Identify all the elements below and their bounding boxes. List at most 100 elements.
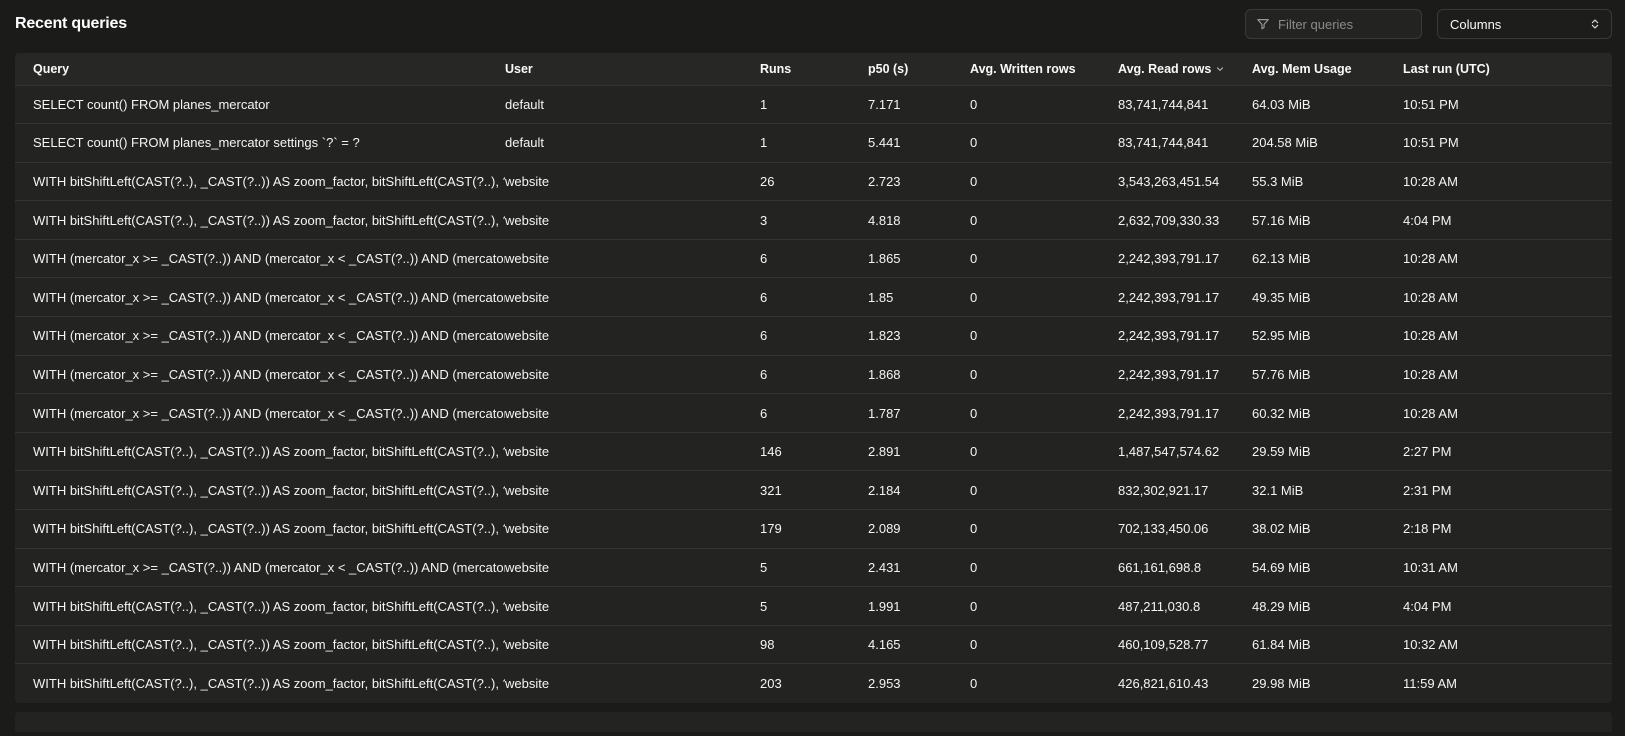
last-run-cell: 10:32 AM	[1403, 625, 1612, 664]
avg-written-rows-cell: 0	[970, 625, 1118, 664]
avg-read-rows-cell: 487,211,030.8	[1118, 587, 1252, 626]
query-cell: WITH (mercator_x >= _CAST(?..)) AND (mer…	[15, 355, 505, 394]
avg-written-rows-cell: 0	[970, 239, 1118, 278]
user-cell: website	[505, 625, 760, 664]
table-row[interactable]: WITH bitShiftLeft(CAST(?..), _CAST(?..))…	[15, 162, 1612, 201]
user-cell: website	[505, 471, 760, 510]
table-row[interactable]: WITH bitShiftLeft(CAST(?..), _CAST(?..))…	[15, 664, 1612, 703]
avg-mem-usage-cell: 57.76 MiB	[1252, 355, 1403, 394]
columns-select[interactable]: Columns	[1437, 9, 1612, 39]
table-row[interactable]: WITH (mercator_x >= _CAST(?..)) AND (mer…	[15, 355, 1612, 394]
sort-chevron-down-icon	[1215, 64, 1225, 74]
user-cell: website	[505, 548, 760, 587]
topbar: Recent queries Columns	[0, 0, 1625, 40]
table-row[interactable]: WITH (mercator_x >= _CAST(?..)) AND (mer…	[15, 239, 1612, 278]
avg-written-rows-cell: 0	[970, 664, 1118, 703]
header-avg-mem-usage[interactable]: Avg. Mem Usage	[1252, 53, 1403, 85]
user-cell: website	[505, 355, 760, 394]
avg-read-rows-cell: 2,242,393,791.17	[1118, 239, 1252, 278]
runs-cell: 6	[760, 317, 868, 356]
query-cell: WITH bitShiftLeft(CAST(?..), _CAST(?..))…	[15, 201, 505, 240]
avg-read-rows-cell: 426,821,610.43	[1118, 664, 1252, 703]
avg-read-rows-cell: 460,109,528.77	[1118, 625, 1252, 664]
query-cell: WITH bitShiftLeft(CAST(?..), _CAST(?..))…	[15, 587, 505, 626]
runs-cell: 5	[760, 548, 868, 587]
p50-cell: 1.787	[868, 394, 970, 433]
user-cell: website	[505, 201, 760, 240]
p50-cell: 5.441	[868, 124, 970, 163]
table-row[interactable]: WITH bitShiftLeft(CAST(?..), _CAST(?..))…	[15, 587, 1612, 626]
avg-written-rows-cell: 0	[970, 201, 1118, 240]
table-row[interactable]: WITH (mercator_x >= _CAST(?..)) AND (mer…	[15, 394, 1612, 433]
avg-written-rows-cell: 0	[970, 394, 1118, 433]
header-p50[interactable]: p50 (s)	[868, 53, 970, 85]
runs-cell: 6	[760, 278, 868, 317]
p50-cell: 2.953	[868, 664, 970, 703]
user-cell: default	[505, 124, 760, 163]
filter-queries-box[interactable]	[1245, 9, 1422, 39]
avg-mem-usage-cell: 29.59 MiB	[1252, 432, 1403, 471]
table-row[interactable]: WITH (mercator_x >= _CAST(?..)) AND (mer…	[15, 317, 1612, 356]
topbar-actions: Columns	[1245, 9, 1612, 39]
funnel-icon	[1256, 17, 1270, 31]
header-query[interactable]: Query	[15, 53, 505, 85]
user-cell: website	[505, 239, 760, 278]
runs-cell: 6	[760, 239, 868, 278]
query-cell: WITH bitShiftLeft(CAST(?..), _CAST(?..))…	[15, 625, 505, 664]
avg-mem-usage-cell: 29.98 MiB	[1252, 664, 1403, 703]
table-row[interactable]: WITH bitShiftLeft(CAST(?..), _CAST(?..))…	[15, 510, 1612, 549]
avg-written-rows-cell: 0	[970, 432, 1118, 471]
last-run-cell: 10:51 PM	[1403, 124, 1612, 163]
filter-queries-input[interactable]	[1278, 17, 1411, 32]
avg-written-rows-cell: 0	[970, 85, 1118, 124]
last-run-cell: 10:31 AM	[1403, 548, 1612, 587]
header-user[interactable]: User	[505, 53, 760, 85]
user-cell: default	[505, 85, 760, 124]
query-cell: WITH (mercator_x >= _CAST(?..)) AND (mer…	[15, 317, 505, 356]
query-cell: WITH (mercator_x >= _CAST(?..)) AND (mer…	[15, 548, 505, 587]
table-row[interactable]: WITH bitShiftLeft(CAST(?..), _CAST(?..))…	[15, 625, 1612, 664]
header-last-run[interactable]: Last run (UTC)	[1403, 53, 1612, 85]
table-row[interactable]: SELECT count() FROM planes_mercator defa…	[15, 85, 1612, 124]
p50-cell: 2.891	[868, 432, 970, 471]
avg-mem-usage-cell: 62.13 MiB	[1252, 239, 1403, 278]
avg-read-rows-cell: 3,543,263,451.54	[1118, 162, 1252, 201]
header-avg-read-rows[interactable]: Avg. Read rows	[1118, 53, 1252, 85]
table-row[interactable]: WITH bitShiftLeft(CAST(?..), _CAST(?..))…	[15, 471, 1612, 510]
avg-mem-usage-cell: 54.69 MiB	[1252, 548, 1403, 587]
avg-written-rows-cell: 0	[970, 587, 1118, 626]
query-cell: WITH (mercator_x >= _CAST(?..)) AND (mer…	[15, 394, 505, 433]
avg-read-rows-cell: 702,133,450.06	[1118, 510, 1252, 549]
avg-written-rows-cell: 0	[970, 317, 1118, 356]
user-cell: website	[505, 664, 760, 703]
table-row[interactable]: WITH bitShiftLeft(CAST(?..), _CAST(?..))…	[15, 201, 1612, 240]
table-row[interactable]: WITH (mercator_x >= _CAST(?..)) AND (mer…	[15, 548, 1612, 587]
runs-cell: 98	[760, 625, 868, 664]
p50-cell: 2.431	[868, 548, 970, 587]
table-row[interactable]: SELECT count() FROM planes_mercator sett…	[15, 124, 1612, 163]
avg-written-rows-cell: 0	[970, 510, 1118, 549]
table-row[interactable]: WITH bitShiftLeft(CAST(?..), _CAST(?..))…	[15, 432, 1612, 471]
avg-mem-usage-cell: 49.35 MiB	[1252, 278, 1403, 317]
avg-mem-usage-cell: 64.03 MiB	[1252, 85, 1403, 124]
avg-read-rows-cell: 1,487,547,574.62	[1118, 432, 1252, 471]
query-cell: WITH bitShiftLeft(CAST(?..), _CAST(?..))…	[15, 471, 505, 510]
avg-written-rows-cell: 0	[970, 124, 1118, 163]
avg-read-rows-cell: 2,242,393,791.17	[1118, 278, 1252, 317]
avg-written-rows-cell: 0	[970, 471, 1118, 510]
header-runs[interactable]: Runs	[760, 53, 868, 85]
table-row[interactable]: WITH (mercator_x >= _CAST(?..)) AND (mer…	[15, 278, 1612, 317]
avg-read-rows-cell: 83,741,744,841	[1118, 124, 1252, 163]
header-avg-written-rows[interactable]: Avg. Written rows	[970, 53, 1118, 85]
p50-cell: 1.823	[868, 317, 970, 356]
chevrons-up-down-icon	[1589, 18, 1601, 30]
avg-read-rows-cell: 2,242,393,791.17	[1118, 355, 1252, 394]
user-cell: website	[505, 510, 760, 549]
avg-mem-usage-cell: 38.02 MiB	[1252, 510, 1403, 549]
user-cell: website	[505, 432, 760, 471]
runs-cell: 6	[760, 394, 868, 433]
user-cell: website	[505, 394, 760, 433]
last-run-cell: 10:28 AM	[1403, 239, 1612, 278]
last-run-cell: 10:28 AM	[1403, 394, 1612, 433]
user-cell: website	[505, 317, 760, 356]
